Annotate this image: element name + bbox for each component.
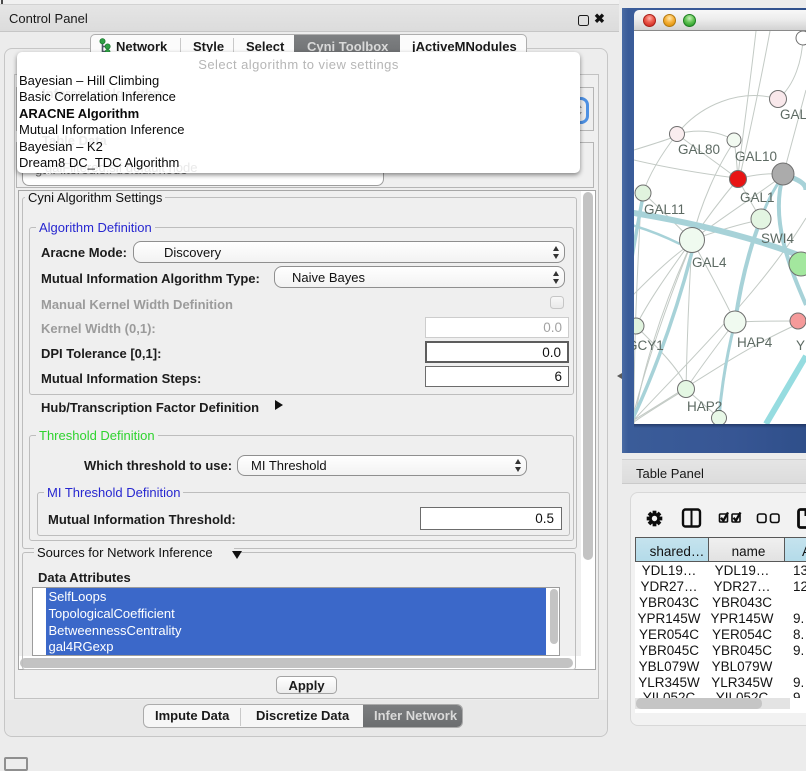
svg-text:HAP4: HAP4 xyxy=(737,335,773,350)
svg-text:GAL2: GAL2 xyxy=(780,107,806,122)
svg-text:GAL80: GAL80 xyxy=(678,142,720,157)
svg-text:HAP2: HAP2 xyxy=(687,399,722,414)
svg-text:GAL4: GAL4 xyxy=(692,255,727,270)
svg-text:SWI4: SWI4 xyxy=(761,231,794,246)
svg-text:GAL11: GAL11 xyxy=(644,202,685,217)
svg-text:GAL10: GAL10 xyxy=(735,149,777,164)
svg-text:GAL1: GAL1 xyxy=(740,190,775,205)
svg-text:YD: YD xyxy=(796,338,806,353)
svg-text:GCY1: GCY1 xyxy=(634,338,664,353)
